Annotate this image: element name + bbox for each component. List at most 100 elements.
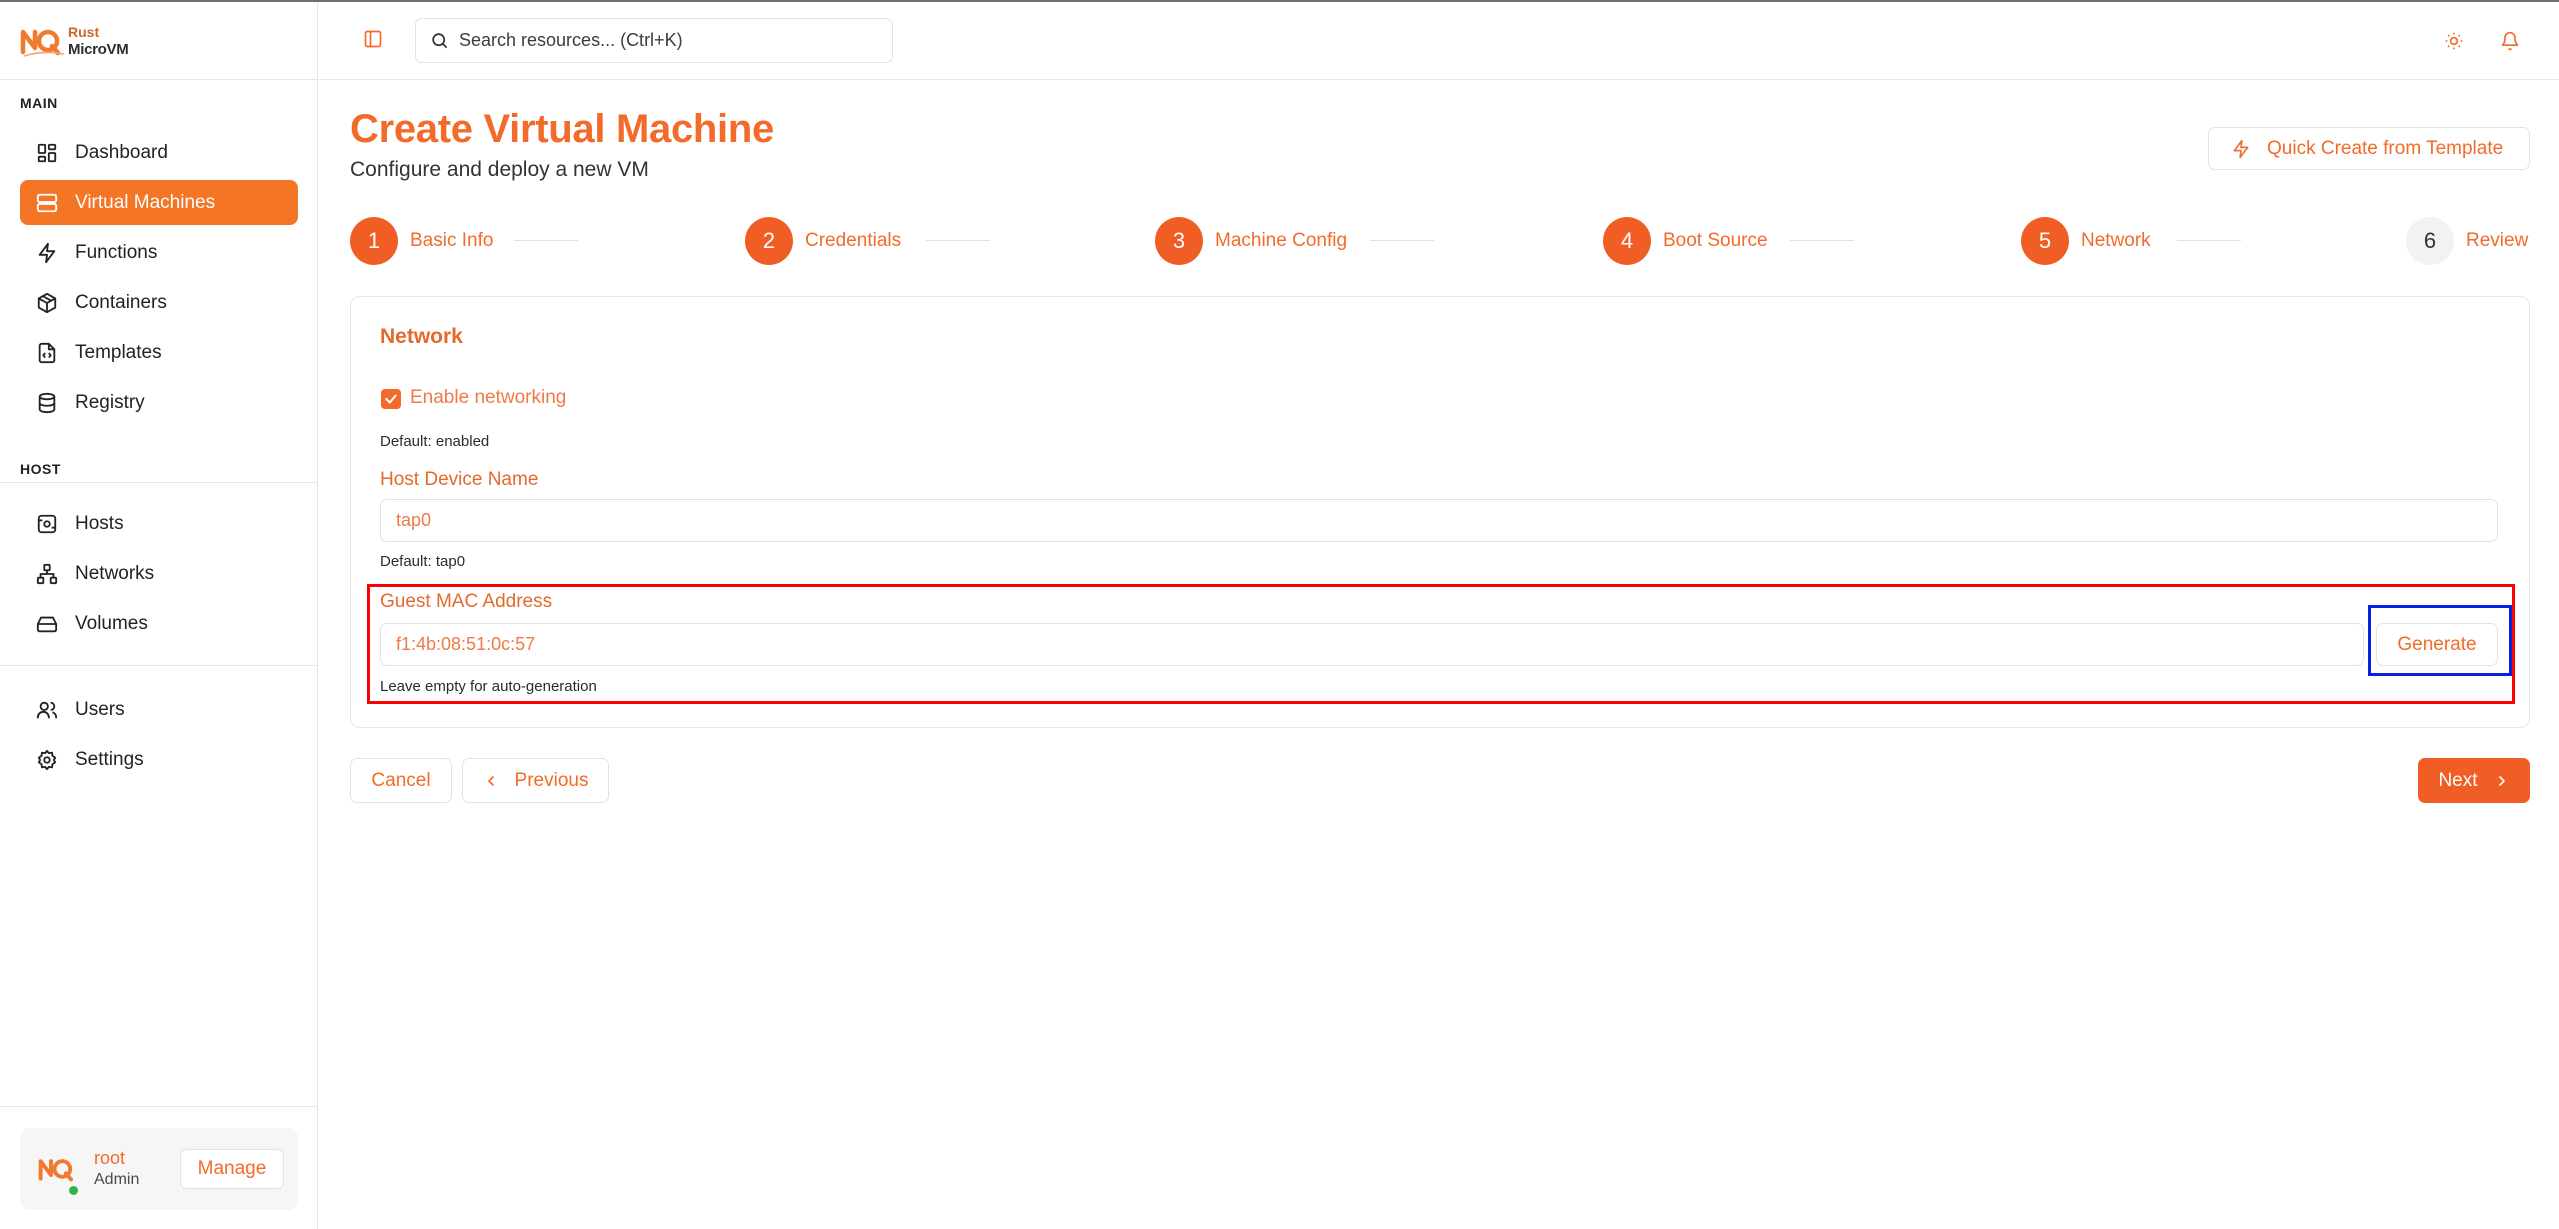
section-label-main: MAIN bbox=[20, 95, 58, 111]
step-connector bbox=[514, 240, 578, 241]
sidebar-item-functions[interactable]: Functions bbox=[20, 230, 298, 275]
sidebar-item-virtual-machines[interactable]: Virtual Machines bbox=[20, 180, 298, 225]
guest-mac-address-help: Leave empty for auto-generation bbox=[380, 678, 597, 695]
template-file-icon bbox=[35, 341, 59, 365]
sidebar-item-hosts[interactable]: Hosts bbox=[20, 501, 298, 546]
brand-line-1: Rust bbox=[68, 23, 100, 40]
sidebar-item-label: Functions bbox=[75, 241, 158, 263]
step-label: Boot Source bbox=[1663, 230, 1768, 251]
enable-networking-checkbox[interactable] bbox=[381, 389, 401, 409]
users-icon bbox=[35, 698, 59, 722]
dashboard-icon bbox=[35, 141, 59, 165]
sidebar-item-label: Hosts bbox=[75, 512, 124, 534]
top-header bbox=[319, 2, 2559, 80]
host-device-name-label: Host Device Name bbox=[380, 469, 539, 490]
user-name: root bbox=[94, 1148, 126, 1168]
section-label-host: HOST bbox=[20, 461, 61, 477]
step-number: 6 bbox=[2406, 217, 2454, 265]
avatar bbox=[36, 1147, 80, 1197]
next-label: Next bbox=[2438, 769, 2478, 791]
network-icon bbox=[35, 562, 59, 586]
sidebar-item-networks[interactable]: Networks bbox=[20, 551, 298, 596]
host-device-name-input[interactable] bbox=[380, 499, 2498, 542]
user-card: root Admin Manage bbox=[20, 1128, 298, 1210]
sidebar-item-label: Templates bbox=[75, 341, 162, 363]
page-title: Create Virtual Machine bbox=[350, 107, 774, 151]
step-label: Network bbox=[2081, 230, 2151, 251]
quick-create-label: Quick Create from Template bbox=[2267, 137, 2504, 159]
sidebar-item-label: Users bbox=[75, 698, 125, 720]
step-number: 2 bbox=[745, 217, 793, 265]
step-boot-source[interactable]: 4 Boot Source bbox=[1603, 217, 1768, 265]
brand-logo: Rust MicroVM bbox=[20, 23, 129, 58]
box-icon bbox=[35, 291, 59, 315]
previous-label: Previous bbox=[514, 769, 589, 791]
search-icon bbox=[430, 31, 449, 50]
guest-mac-address-label: Guest MAC Address bbox=[380, 591, 553, 612]
nq-avatar-icon bbox=[38, 1159, 73, 1182]
cancel-button[interactable]: Cancel bbox=[350, 758, 452, 803]
enable-networking-label[interactable]: Enable networking bbox=[410, 387, 566, 409]
brand-line-2: MicroVM bbox=[68, 40, 129, 58]
step-label: Credentials bbox=[805, 230, 902, 251]
sidebar-divider bbox=[0, 665, 318, 666]
search-box[interactable] bbox=[415, 18, 893, 63]
nq-logo-icon bbox=[20, 29, 65, 57]
step-network[interactable]: 5 Network bbox=[2021, 217, 2151, 265]
sidebar-item-label: Containers bbox=[75, 291, 167, 313]
step-label: Review bbox=[2466, 230, 2529, 251]
chevron-left-icon bbox=[487, 775, 494, 786]
sidebar-item-label: Networks bbox=[75, 562, 155, 584]
step-number: 1 bbox=[350, 217, 398, 265]
sidebar-item-label: Volumes bbox=[75, 612, 148, 634]
step-review[interactable]: 6 Review bbox=[2406, 217, 2528, 265]
bolt-icon bbox=[2231, 139, 2251, 159]
sidebar-divider bbox=[0, 482, 318, 483]
sidebar-item-dashboard[interactable]: Dashboard bbox=[20, 130, 298, 175]
sidebar-toggle-icon[interactable] bbox=[363, 29, 385, 51]
step-label: Basic Info bbox=[410, 230, 494, 251]
sidebar-item-templates[interactable]: Templates bbox=[20, 330, 298, 375]
step-connector bbox=[926, 240, 990, 241]
step-machine-config[interactable]: 3 Machine Config bbox=[1155, 217, 1347, 265]
manage-button[interactable]: Manage bbox=[180, 1149, 284, 1189]
sidebar-item-registry[interactable]: Registry bbox=[20, 380, 298, 425]
sidebar-item-label: Registry bbox=[75, 391, 145, 413]
host-icon bbox=[35, 512, 59, 536]
sidebar-item-users[interactable]: Users bbox=[20, 687, 298, 732]
host-device-name-help: Default: tap0 bbox=[380, 553, 466, 570]
hard-drive-icon bbox=[35, 612, 59, 636]
previous-button[interactable]: Previous bbox=[462, 758, 609, 803]
step-basic-info[interactable]: 1 Basic Info bbox=[350, 217, 493, 265]
guest-mac-address-input[interactable] bbox=[380, 623, 2364, 666]
online-status-dot bbox=[67, 1184, 80, 1197]
gear-icon bbox=[35, 748, 59, 772]
step-number: 3 bbox=[1155, 217, 1203, 265]
bell-icon[interactable] bbox=[2499, 30, 2521, 52]
bolt-icon bbox=[35, 241, 59, 265]
sun-icon[interactable] bbox=[2443, 30, 2465, 52]
generate-mac-button[interactable]: Generate bbox=[2376, 623, 2498, 666]
sidebar-item-label: Virtual Machines bbox=[75, 191, 216, 213]
step-number: 4 bbox=[1603, 217, 1651, 265]
step-connector bbox=[1790, 240, 1854, 241]
next-button[interactable]: Next bbox=[2418, 758, 2530, 803]
sidebar-item-volumes[interactable]: Volumes bbox=[20, 601, 298, 646]
sidebar-divider bbox=[0, 1106, 318, 1107]
quick-create-from-template-button[interactable]: Quick Create from Template bbox=[2208, 127, 2530, 170]
brand[interactable]: Rust MicroVM bbox=[0, 2, 317, 80]
sidebar-item-label: Dashboard bbox=[75, 141, 168, 163]
page-subtitle: Configure and deploy a new VM bbox=[350, 158, 649, 181]
step-label: Machine Config bbox=[1215, 230, 1348, 251]
server-icon bbox=[35, 191, 59, 215]
sidebar-item-settings[interactable]: Settings bbox=[20, 737, 298, 782]
step-connector bbox=[1370, 240, 1434, 241]
sidebar: Rust MicroVM MAIN Dashboard Virtual Mach… bbox=[0, 2, 318, 1229]
database-icon bbox=[35, 391, 59, 415]
step-connector bbox=[2177, 240, 2241, 241]
search-input[interactable] bbox=[459, 30, 859, 51]
sidebar-item-containers[interactable]: Containers bbox=[20, 280, 298, 325]
step-number: 5 bbox=[2021, 217, 2069, 265]
user-role: Admin bbox=[94, 1171, 140, 1188]
step-credentials[interactable]: 2 Credentials bbox=[745, 217, 901, 265]
